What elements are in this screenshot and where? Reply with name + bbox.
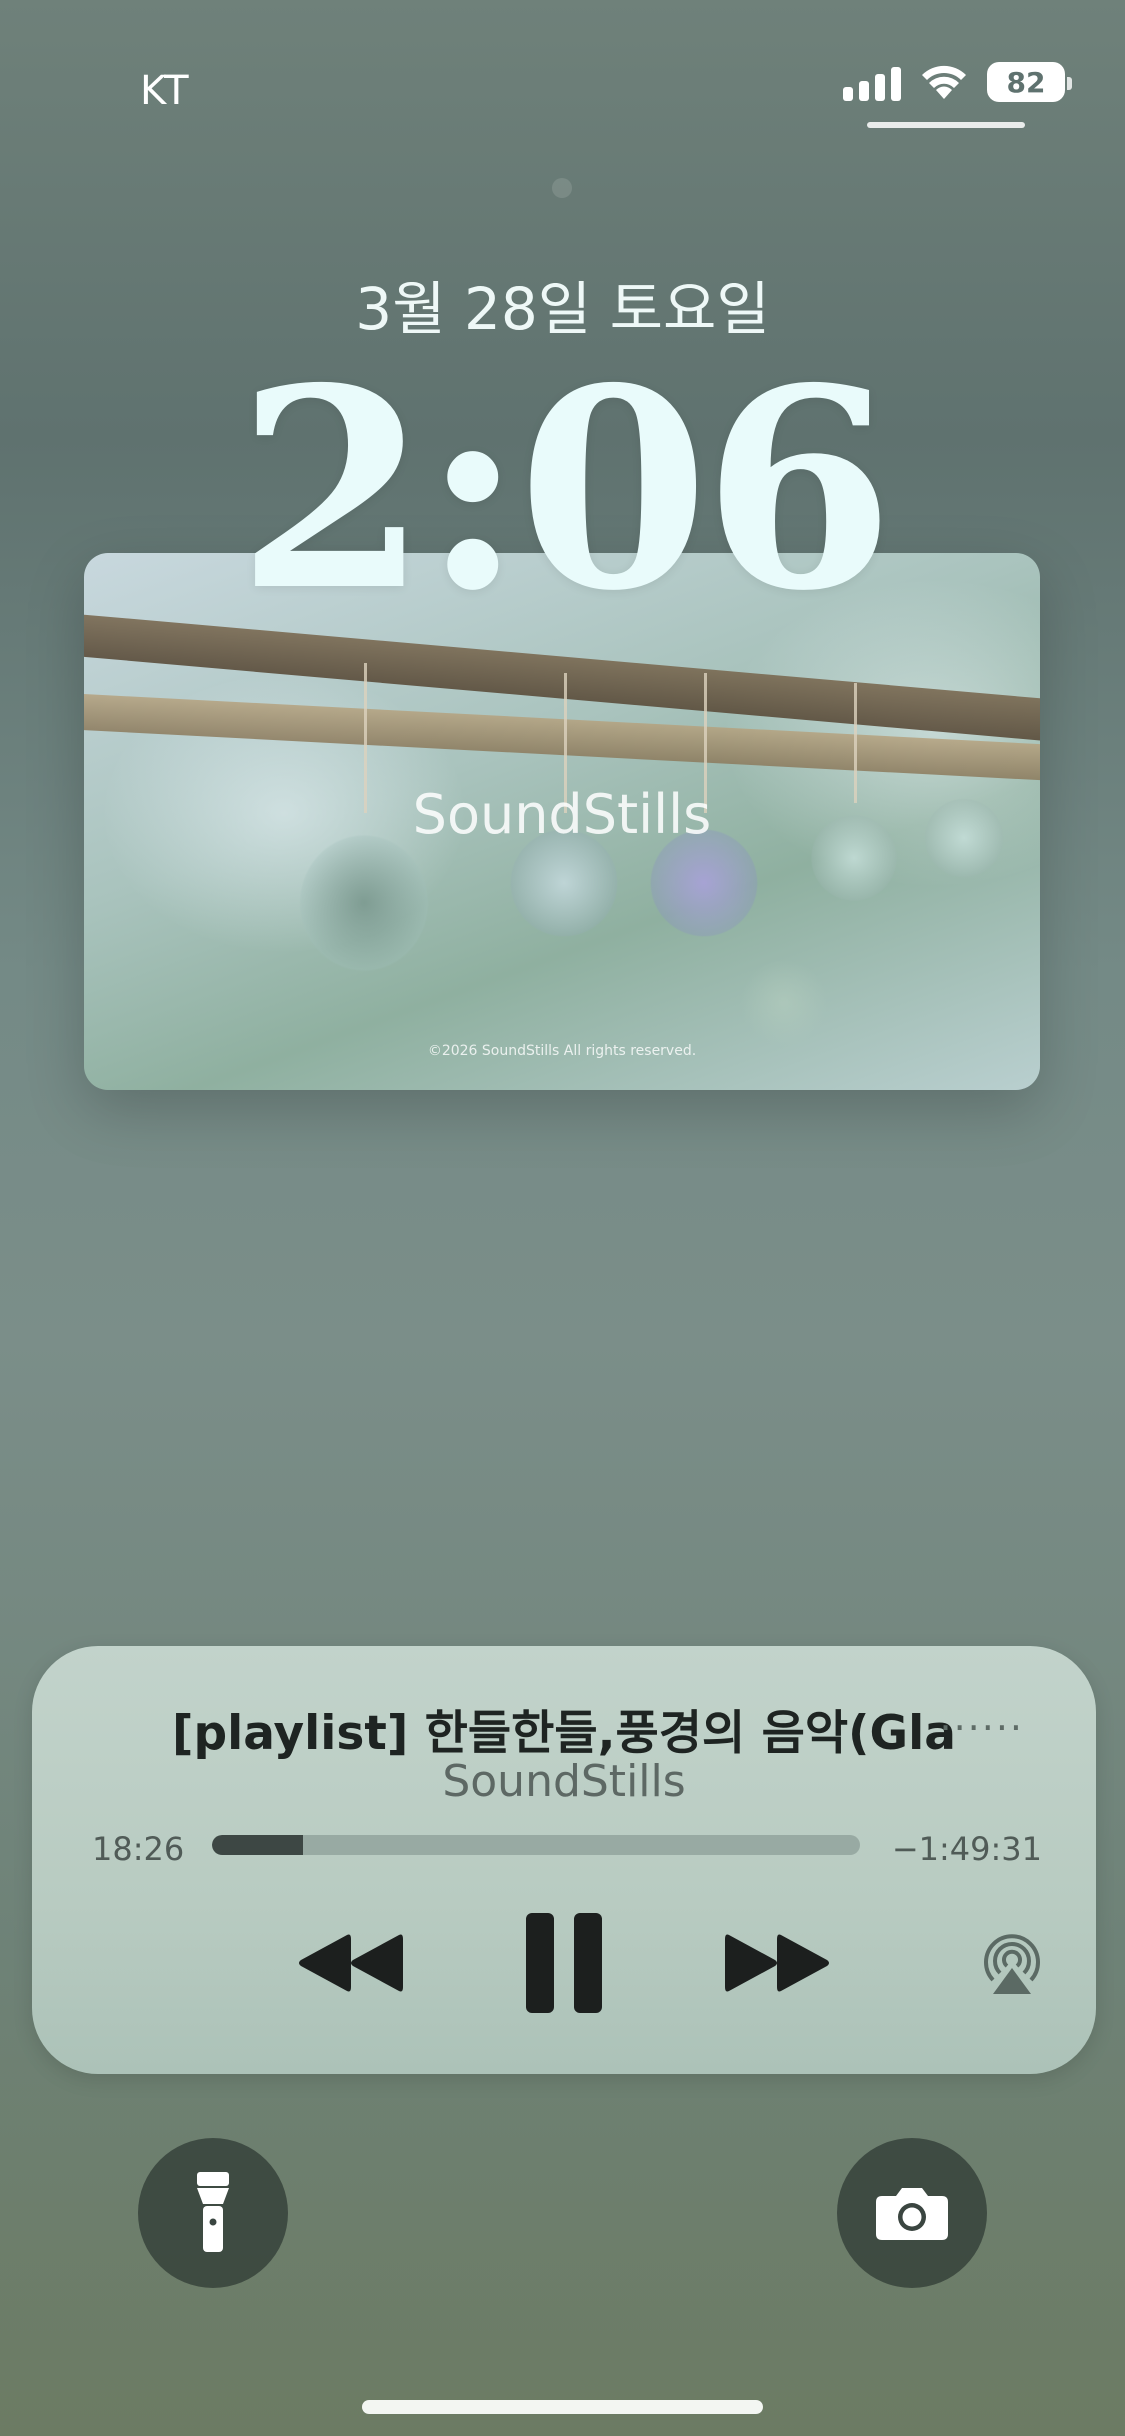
status-bar-indicator bbox=[867, 122, 1025, 128]
airplay-button[interactable] bbox=[952, 1908, 1072, 2018]
status-icons: 82 bbox=[843, 62, 1072, 102]
more-dots-icon[interactable]: ······ bbox=[940, 1706, 1024, 1750]
playback-progress-fill bbox=[212, 1835, 303, 1855]
battery-indicator: 82 bbox=[987, 62, 1072, 102]
track-artist: SoundStills bbox=[442, 1756, 686, 1807]
photo-copyright: ©2026 SoundStills All rights reserved. bbox=[427, 1043, 697, 1059]
fast-forward-icon bbox=[725, 1934, 829, 1992]
flashlight-button[interactable] bbox=[138, 2138, 288, 2288]
pause-button[interactable] bbox=[504, 1908, 624, 2018]
fast-forward-button[interactable] bbox=[718, 1908, 838, 2018]
remaining-time: −1:49:31 bbox=[891, 1830, 1042, 1868]
carrier-name: KT bbox=[140, 68, 190, 114]
flashlight-icon bbox=[197, 2172, 229, 2252]
camera-button[interactable] bbox=[837, 2138, 987, 2288]
rewind-button[interactable] bbox=[290, 1908, 410, 2018]
elapsed-time: 18:26 bbox=[92, 1830, 185, 1868]
lock-screen-time: 2:06 bbox=[236, 328, 895, 651]
track-title: [playlist] 한들한들,풍경의 음악(Gla bbox=[172, 1706, 956, 1761]
airplay-icon bbox=[984, 1934, 1040, 1994]
dynamic-island-shadow bbox=[552, 178, 572, 198]
battery-percent: 82 bbox=[1006, 65, 1046, 99]
photo-brand-watermark: SoundStills bbox=[412, 783, 712, 846]
home-indicator[interactable] bbox=[362, 2400, 763, 2414]
rewind-icon bbox=[299, 1934, 403, 1992]
wifi-icon bbox=[919, 63, 969, 101]
cellular-signal-icon bbox=[843, 63, 901, 101]
now-playing-widget[interactable]: [playlist] 한들한들,풍경의 음악(Gla ······ SoundS… bbox=[32, 1646, 1096, 2074]
battery-nub bbox=[1067, 77, 1072, 90]
playback-scrubber[interactable] bbox=[212, 1835, 860, 1855]
pause-icon bbox=[526, 1913, 602, 2013]
camera-icon bbox=[876, 2188, 948, 2240]
playback-controls bbox=[32, 1908, 1096, 2018]
